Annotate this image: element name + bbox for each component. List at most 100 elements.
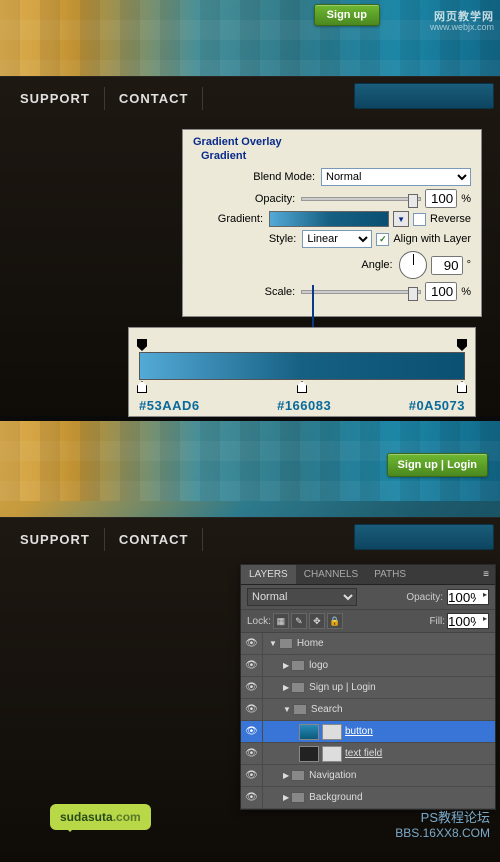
lock-pixels-icon[interactable]: ✎ (291, 613, 307, 629)
reverse-label: Reverse (430, 213, 471, 225)
scale-slider[interactable] (301, 290, 421, 294)
visibility-icon[interactable]: 👁 (241, 633, 263, 654)
layer-opacity-label: Opacity: (406, 592, 443, 603)
fill-label: Fill: (429, 616, 445, 627)
layer-signup[interactable]: 👁▶Sign up | Login (241, 677, 495, 699)
visibility-icon[interactable]: 👁 (241, 677, 263, 698)
layers-tabs: LAYERS CHANNELS PATHS ≡ (241, 565, 495, 585)
panel-menu-icon[interactable]: ≡ (477, 565, 495, 584)
visibility-icon[interactable]: 👁 (241, 743, 263, 764)
style-label: Style: (269, 233, 297, 245)
scale-label: Scale: (265, 286, 296, 298)
folder-icon (293, 704, 307, 715)
sudasuta-bubble: sudasuta.com (50, 804, 151, 830)
gradient-stop-bot-mid[interactable] (297, 381, 307, 393)
signup-button[interactable]: Sign up (314, 4, 380, 26)
hex-2: #166083 (277, 398, 331, 413)
bubble-name: sudasuta (60, 810, 113, 824)
opacity-slider[interactable] (301, 197, 421, 201)
gradient-stop-bot-right[interactable] (457, 381, 467, 393)
dark-panel-bottom: SUPPORT CONTACT LAYERS CHANNELS PATHS ≡ … (0, 517, 500, 862)
scale-input[interactable] (425, 282, 457, 301)
folder-icon (291, 660, 305, 671)
reverse-checkbox[interactable] (413, 213, 426, 226)
align-label: Align with Layer (393, 233, 471, 245)
hex-row: #53AAD6 #166083 #0A5073 (139, 398, 465, 413)
folder-icon (291, 682, 305, 693)
gradient-label: Gradient: (218, 213, 263, 225)
gradient-overlay-dialog: Gradient Overlay Gradient Blend Mode: No… (182, 129, 482, 317)
layer-background[interactable]: 👁▶Background (241, 787, 495, 809)
blendmode-label: Blend Mode: (253, 171, 315, 183)
opacity-label: Opacity: (255, 193, 295, 205)
layer-mask-thumb (322, 724, 342, 740)
opacity-input[interactable] (425, 189, 457, 208)
dark-panel-top: SUPPORT CONTACT Gradient Overlay Gradien… (0, 76, 500, 416)
top-section: Sign up 网页教学网 www.webjx.com SUPPORT CONT… (0, 0, 500, 415)
gradient-editor: #53AAD6 #166083 #0A5073 (128, 327, 476, 417)
visibility-icon[interactable]: 👁 (241, 765, 263, 786)
bubble-dotcom: .com (113, 810, 141, 824)
watermark-bottom: PS教程论坛 BBS.16XX8.COM (395, 810, 490, 842)
bottom-section: Sign up | Login SUPPORT CONTACT LAYERS C… (0, 421, 500, 862)
style-select[interactable]: Linear (302, 230, 372, 248)
lock-transparent-icon[interactable]: ▦ (273, 613, 289, 629)
layer-navigation[interactable]: 👁▶Navigation (241, 765, 495, 787)
pct-label: % (461, 193, 471, 205)
watermark-top-url: www.webjx.com (430, 22, 494, 32)
layer-thumb (299, 724, 319, 740)
nav-support[interactable]: SUPPORT (6, 87, 105, 110)
fill-input[interactable] (447, 613, 489, 629)
hex-1: #53AAD6 (139, 398, 200, 413)
tab-paths[interactable]: PATHS (366, 565, 414, 584)
search-field-bottom[interactable] (354, 524, 494, 550)
layer-logo[interactable]: 👁▶logo (241, 655, 495, 677)
nav-contact[interactable]: CONTACT (105, 87, 204, 110)
lock-position-icon[interactable]: ✥ (309, 613, 325, 629)
layer-search[interactable]: 👁▼Search (241, 699, 495, 721)
gradient-stop-top-left[interactable] (137, 339, 147, 351)
tab-channels[interactable]: CHANNELS (296, 565, 366, 584)
angle-label: Angle: (361, 259, 392, 271)
dialog-title: Gradient Overlay (193, 136, 471, 148)
layer-home[interactable]: 👁▼Home (241, 633, 495, 655)
visibility-icon[interactable]: 👁 (241, 655, 263, 676)
arrow-down-icon (312, 285, 314, 333)
angle-input[interactable] (431, 256, 463, 275)
nav-support-2[interactable]: SUPPORT (6, 528, 105, 551)
dialog-subtitle: Gradient (201, 150, 471, 162)
folder-icon (291, 770, 305, 781)
search-field-top[interactable] (354, 83, 494, 109)
gradient-dropdown-icon[interactable]: ▼ (393, 211, 409, 227)
folder-icon (291, 792, 305, 803)
pct-label-2: % (461, 286, 471, 298)
layer-opacity-input[interactable] (447, 589, 489, 605)
angle-dial[interactable] (399, 251, 427, 279)
layer-blendmode-select[interactable]: Normal (247, 588, 357, 606)
layers-panel: LAYERS CHANNELS PATHS ≡ Normal Opacity: … (240, 564, 496, 810)
blendmode-select[interactable]: Normal (321, 168, 471, 186)
wm-bot-l1: PS教程论坛 (395, 810, 490, 827)
layer-mask-thumb (322, 746, 342, 762)
visibility-icon[interactable]: 👁 (241, 787, 263, 808)
layer-textfield[interactable]: 👁text field (241, 743, 495, 765)
visibility-icon[interactable]: 👁 (241, 699, 263, 720)
layer-thumb (299, 746, 319, 762)
layer-button[interactable]: 👁button (241, 721, 495, 743)
nav-contact-2[interactable]: CONTACT (105, 528, 204, 551)
folder-icon (279, 638, 293, 649)
wm-bot-l2: BBS.16XX8.COM (395, 826, 490, 842)
signup-login-button[interactable]: Sign up | Login (387, 453, 488, 477)
hex-3: #0A5073 (409, 398, 465, 413)
gradient-swatch[interactable] (269, 211, 389, 227)
align-checkbox[interactable]: ✓ (376, 233, 389, 246)
gradient-stop-bot-left[interactable] (137, 381, 147, 393)
pixel-background (0, 0, 500, 80)
deg-label: ° (467, 259, 471, 271)
tab-layers[interactable]: LAYERS (241, 565, 296, 584)
visibility-icon[interactable]: 👁 (241, 721, 263, 742)
gradient-stop-top-right[interactable] (457, 339, 467, 351)
layer-list: 👁▼Home 👁▶logo 👁▶Sign up | Login 👁▼Search… (241, 633, 495, 809)
gradient-bar[interactable] (139, 352, 465, 380)
lock-all-icon[interactable]: 🔒 (327, 613, 343, 629)
